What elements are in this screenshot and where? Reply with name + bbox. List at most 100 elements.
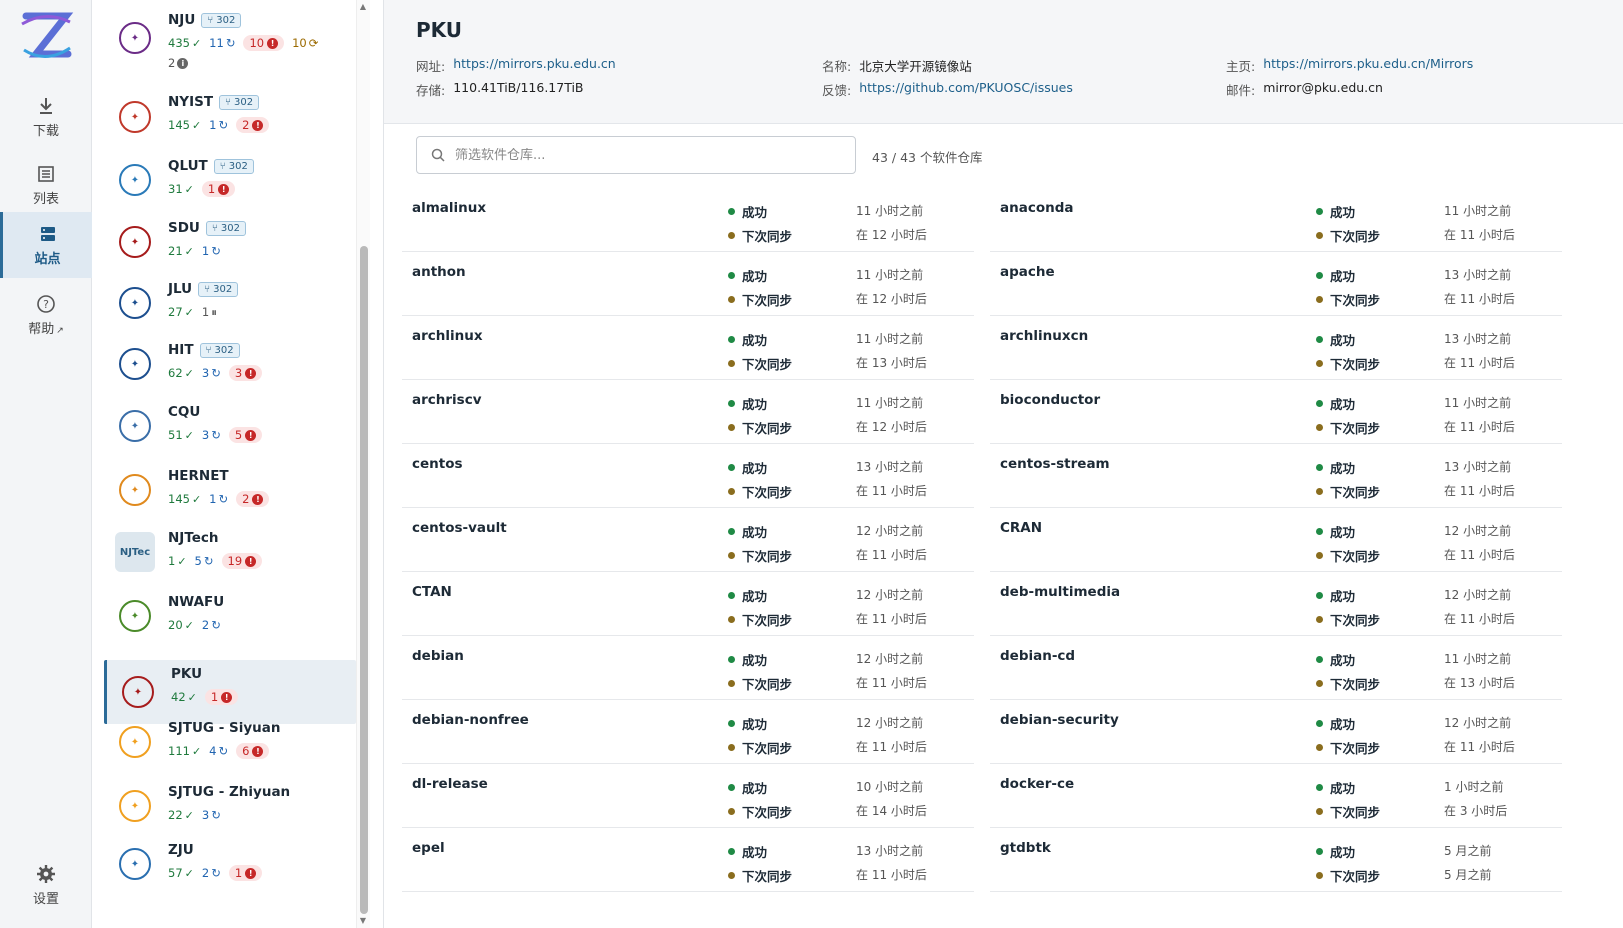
site-item[interactable]: ✦ SJTUG - Zhiyuan 22 ✓ 3 ↻	[104, 778, 356, 834]
repo-name[interactable]: centos-stream	[1000, 456, 1110, 472]
repo-next-sync: 下次同步	[728, 866, 792, 885]
repo-name[interactable]: archlinux	[412, 328, 483, 344]
repo-name[interactable]: centos-vault	[412, 520, 507, 536]
repo-row[interactable]: epel 成功 下次同步 13 小时之前在 11 小时后	[402, 826, 974, 892]
repo-name[interactable]: debian-security	[1000, 712, 1119, 728]
meta-home-link[interactable]: https://mirrors.pku.edu.cn/Mirrors	[1263, 56, 1473, 75]
site-info: NWAFU 20 ✓ 2 ↻	[168, 592, 224, 634]
ok-count: 145 ✓	[168, 492, 202, 506]
repo-name[interactable]: epel	[412, 840, 445, 856]
repo-status: 成功	[1316, 522, 1355, 541]
site-name: JLU	[168, 281, 193, 297]
repo-row[interactable]: CRAN 成功 下次同步 12 小时之前在 11 小时后	[990, 506, 1562, 572]
svg-text:?: ?	[43, 298, 49, 311]
site-item[interactable]: ✦ QLUT ⑂ 302 31 ✓ 1!	[104, 152, 356, 208]
repo-name[interactable]: apache	[1000, 264, 1055, 280]
meta-storage: 存储: 110.41TiB/116.17TiB	[416, 80, 584, 99]
repo-next-sync-time: 在 3 小时后	[1444, 804, 1508, 818]
repo-count: 43 / 43 个软件仓库	[872, 150, 983, 165]
repo-filter-input[interactable]	[455, 147, 835, 163]
repo-name[interactable]: almalinux	[412, 200, 486, 216]
repo-row[interactable]: anaconda 成功 下次同步 11 小时之前在 11 小时后	[990, 186, 1562, 252]
repo-name[interactable]: anthon	[412, 264, 466, 280]
site-logo: ✦	[114, 282, 156, 324]
repo-name[interactable]: debian-nonfree	[412, 712, 529, 728]
site-item[interactable]: ✦ HERNET 145 ✓ 1 ↻ 2!	[104, 462, 356, 518]
repo-name[interactable]: debian	[412, 648, 464, 664]
repo-row[interactable]: apache 成功 下次同步 13 小时之前在 11 小时后	[990, 250, 1562, 316]
repo-row[interactable]: anthon 成功 下次同步 11 小时之前在 12 小时后	[402, 250, 974, 316]
repo-row[interactable]: CTAN 成功 下次同步 12 小时之前在 11 小时后	[402, 570, 974, 636]
repo-row[interactable]: bioconductor 成功 下次同步 11 小时之前在 11 小时后	[990, 378, 1562, 444]
site-list[interactable]: ✦ NJU ⑂ 302 435 ✓ 11 ↻ 10! 10 ⟳ 2 i ✦ NYIST ⑂ 302 145 ✓ 1 ↻ 2…	[92, 0, 384, 928]
repo-row[interactable]: gtdbtk 成功 下次同步 5 月之前 5 月之前	[990, 826, 1562, 892]
site-item[interactable]: ✦ JLU ⑂ 302 27 ✓ 1 ⏸	[104, 275, 356, 331]
app-logo[interactable]	[18, 10, 74, 62]
repo-row[interactable]: debian-security 成功 下次同步 12 小时之前在 11 小时后	[990, 698, 1562, 764]
repo-last-sync-time: 13 小时之前	[856, 460, 924, 474]
site-emblem-icon: ✦	[119, 348, 151, 380]
repo-name[interactable]: CTAN	[412, 584, 452, 600]
repo-row[interactable]: debian-nonfree 成功 下次同步 12 小时之前在 11 小时后	[402, 698, 974, 764]
site-item[interactable]: ✦ HIT ⑂ 302 62 ✓ 3 ↻ 3!	[104, 336, 356, 392]
repo-row[interactable]: archriscv 成功 下次同步 11 小时之前在 12 小时后	[402, 378, 974, 444]
site-item[interactable]: ✦ NJU ⑂ 302 435 ✓ 11 ↻ 10! 10 ⟳ 2 i	[104, 6, 356, 70]
site-item[interactable]: ✦ NWAFU 20 ✓ 2 ↻	[104, 588, 356, 644]
site-item[interactable]: ✦ ZJU 57 ✓ 2 ↻ 1!	[104, 836, 356, 892]
repo-name[interactable]: dl-release	[412, 776, 488, 792]
fail-count: 1!	[228, 865, 263, 881]
scrollbar-thumb[interactable]	[360, 246, 368, 914]
repo-row[interactable]: docker-ce 成功 下次同步 1 小时之前在 3 小时后	[990, 762, 1562, 828]
sync-count: 2 ↻	[201, 866, 221, 880]
repo-last-sync-time: 12 小时之前	[1444, 524, 1512, 538]
repo-row[interactable]: centos-stream 成功 下次同步 13 小时之前在 11 小时后	[990, 442, 1562, 508]
repo-name[interactable]: archlinuxcn	[1000, 328, 1088, 344]
repo-row[interactable]: almalinux 成功 下次同步 11 小时之前在 12 小时后	[402, 186, 974, 252]
site-item[interactable]: ✦ NYIST ⑂ 302 145 ✓ 1 ↻ 2!	[104, 88, 356, 146]
next-dot-icon	[1316, 488, 1323, 495]
repo-row[interactable]: archlinux 成功 下次同步 11 小时之前在 13 小时后	[402, 314, 974, 380]
repo-name[interactable]: debian-cd	[1000, 648, 1075, 664]
repo-name[interactable]: gtdbtk	[1000, 840, 1051, 856]
repo-last-sync-time: 12 小时之前	[856, 588, 924, 602]
next-dot-icon	[1316, 616, 1323, 623]
fail-count: 1!	[201, 181, 236, 197]
repo-row[interactable]: centos-vault 成功 下次同步 12 小时之前在 11 小时后	[402, 506, 974, 572]
site-emblem-icon: ✦	[119, 410, 151, 442]
repo-status: 成功	[1316, 778, 1355, 797]
scroll-up-arrow[interactable]: ▲	[358, 2, 368, 11]
meta-url-link[interactable]: https://mirrors.pku.edu.cn	[453, 56, 616, 75]
next-dot-icon	[728, 360, 735, 367]
site-item[interactable]: ✦ CQU 51 ✓ 3 ↻ 5!	[104, 398, 356, 454]
repo-name[interactable]: docker-ce	[1000, 776, 1074, 792]
nav-help[interactable]: ? 帮助 ↗	[0, 282, 92, 348]
meta-feedback-link[interactable]: https://github.com/PKUOSC/issues	[859, 80, 1073, 99]
site-name: SJTUG - Siyuan	[168, 720, 281, 736]
repo-row[interactable]: archlinuxcn 成功 下次同步 13 小时之前在 11 小时后	[990, 314, 1562, 380]
repo-next-sync-time: 在 13 小时后	[1444, 676, 1515, 690]
repo-name[interactable]: archriscv	[412, 392, 482, 408]
nav-sites[interactable]: 站点	[0, 212, 92, 278]
site-item[interactable]: NJTec NJTech 1 ✓ 5 ↻ 19!	[104, 524, 356, 580]
repo-row[interactable]: centos 成功 下次同步 13 小时之前在 11 小时后	[402, 442, 974, 508]
repo-name[interactable]: centos	[412, 456, 463, 472]
nav-list[interactable]: 列表	[0, 152, 92, 218]
site-item[interactable]: ✦ SJTUG - Siyuan 111 ✓ 4 ↻ 6!	[104, 714, 356, 770]
status-dot-icon	[1316, 336, 1323, 343]
repo-row[interactable]: debian-cd 成功 下次同步 11 小时之前在 13 小时后	[990, 634, 1562, 700]
repo-name[interactable]: CRAN	[1000, 520, 1042, 536]
scroll-down-arrow[interactable]: ▼	[358, 916, 368, 925]
repo-name[interactable]: anaconda	[1000, 200, 1074, 216]
next-dot-icon	[728, 488, 735, 495]
site-logo: ✦	[114, 595, 156, 637]
repo-name[interactable]: bioconductor	[1000, 392, 1100, 408]
repo-row[interactable]: debian 成功 下次同步 12 小时之前在 11 小时后	[402, 634, 974, 700]
repo-row[interactable]: dl-release 成功 下次同步 10 小时之前在 14 小时后	[402, 762, 974, 828]
nav-download[interactable]: 下载	[0, 84, 92, 150]
repo-name[interactable]: deb-multimedia	[1000, 584, 1120, 600]
site-item[interactable]: ✦ SDU ⑂ 302 21 ✓ 1 ↻	[104, 214, 356, 270]
nav-settings[interactable]: 设置	[0, 852, 92, 918]
repo-row[interactable]: deb-multimedia 成功 下次同步 12 小时之前在 11 小时后	[990, 570, 1562, 636]
site-name: QLUT	[168, 158, 208, 174]
check-icon: ✓	[191, 118, 202, 132]
